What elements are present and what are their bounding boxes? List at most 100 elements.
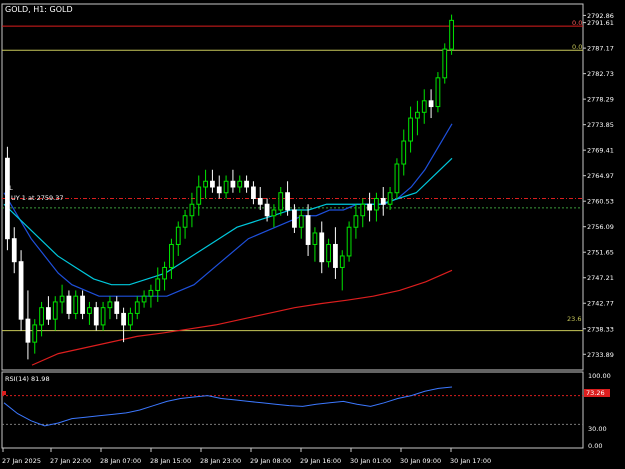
candle-body	[25, 318, 31, 343]
ma-mid-line	[3, 157, 453, 286]
rsi-current-badge: 73.26	[586, 389, 605, 397]
rsi-line	[3, 386, 453, 427]
candle-body	[66, 295, 72, 314]
price-tick-label: 2751.65	[587, 249, 614, 257]
candle-body	[244, 180, 249, 188]
time-tick-label: 29 Jan 16:00	[300, 457, 341, 465]
ma-fast-line	[3, 123, 453, 297]
candle-body	[148, 289, 154, 297]
candle-body	[196, 186, 202, 205]
candle-body	[223, 180, 229, 194]
candle-body	[107, 301, 113, 309]
price-tick-label: 2742.77	[587, 300, 614, 308]
candle-body	[339, 255, 345, 268]
price-tick-label: 2764.97	[587, 172, 614, 180]
candle-body	[449, 19, 454, 50]
candle-body	[59, 295, 65, 303]
candle-body	[100, 307, 106, 326]
candle-body	[162, 266, 167, 280]
price-tick-label: 2787.17	[587, 45, 614, 53]
rsi-left-marker	[2, 391, 6, 395]
candle-body	[401, 140, 407, 165]
candle-body	[387, 192, 393, 205]
candle-body	[333, 243, 338, 268]
candle-body	[360, 203, 366, 217]
time-tick-label: 28 Jan 07:00	[100, 457, 141, 465]
candle-body	[230, 180, 236, 188]
candle-body	[346, 226, 352, 257]
candle-body	[189, 203, 195, 217]
candle-body	[305, 215, 311, 245]
level-label-upper-2: 0.0	[572, 43, 582, 51]
sl-label: SL	[5, 184, 13, 192]
price-tick-label: 2773.85	[587, 121, 614, 129]
price-tick-label: 2782.73	[587, 70, 614, 78]
rsi-title: RSI(14) 81.98	[5, 375, 50, 383]
candle-body	[87, 307, 92, 314]
chart-title: GOLD, H1: GOLD	[5, 5, 73, 14]
price-tick-label: 2760.53	[587, 198, 614, 206]
candle-body	[278, 192, 284, 211]
candle-body	[141, 295, 147, 303]
price-tick-label: 2747.21	[587, 274, 614, 282]
candle-body	[175, 226, 181, 245]
candle-body	[39, 307, 44, 326]
candle-body	[52, 301, 58, 320]
time-tick-label: 27 Jan 22:00	[50, 457, 91, 465]
price-tick-label: 2756.09	[587, 223, 614, 231]
price-tick-label: 2769.41	[587, 147, 614, 155]
time-axis: 27 Jan 2025 27 Jan 22:00 28 Jan 07:00 28 Ja…	[2, 448, 491, 465]
candle-body	[292, 209, 297, 228]
candle-body	[80, 295, 85, 314]
candle-body	[169, 243, 174, 268]
price-tick-label: 2778.29	[587, 96, 614, 104]
candle-body	[32, 324, 38, 343]
candle-body	[134, 301, 140, 314]
candle-body	[326, 243, 331, 263]
candle-body	[128, 312, 133, 326]
candle-body	[367, 203, 372, 211]
candle-body	[394, 163, 400, 194]
candle-body	[182, 215, 188, 228]
rsi-level-100: 100.00	[588, 372, 611, 380]
moving-averages	[3, 123, 453, 366]
candle-body	[442, 48, 448, 79]
chart-canvas[interactable]: GOLD, H1: GOLD 2792.862791.612787.172782…	[0, 0, 625, 469]
candle-body	[73, 295, 79, 314]
time-tick-label: 30 Jan 17:00	[450, 457, 491, 465]
candle-body	[203, 180, 208, 188]
candle-body	[353, 215, 359, 228]
candle-body	[155, 278, 161, 291]
time-tick-label: 28 Jan 15:00	[150, 457, 191, 465]
candle-body	[312, 232, 318, 245]
time-tick-label: 28 Jan 23:00	[200, 457, 241, 465]
candle-body	[380, 197, 386, 205]
rsi-indicator	[2, 386, 583, 427]
candle-body	[114, 301, 120, 314]
price-axis: 2792.862791.612787.172782.732778.292773.…	[583, 12, 614, 359]
time-tick-label: 29 Jan 08:00	[250, 457, 291, 465]
price-tick-label: 2791.61	[587, 19, 614, 27]
candle-body	[93, 307, 99, 326]
candles	[5, 14, 454, 360]
level-label-lower: 23.6	[567, 315, 581, 323]
candle-body	[5, 157, 10, 240]
entry-label: UY 1 at 2759.37	[11, 194, 63, 202]
horizontal-levels	[2, 25, 583, 332]
time-tick-label: 30 Jan 09:00	[400, 457, 441, 465]
candle-body	[319, 232, 325, 263]
candle-body	[428, 100, 434, 108]
time-tick-label: 30 Jan 01:00	[350, 457, 391, 465]
candle-body	[210, 180, 215, 188]
candle-body	[298, 215, 304, 228]
level-label-upper-1: 0.0	[572, 19, 582, 27]
candle-body	[415, 111, 420, 119]
rsi-panel-frame	[1, 371, 584, 449]
rsi-level-0: 0.00	[588, 442, 602, 450]
candle-body	[374, 197, 379, 211]
time-tick-label: 27 Jan 2025	[2, 457, 41, 465]
candle-body	[285, 192, 290, 211]
candle-body	[216, 186, 222, 194]
candle-body	[121, 312, 126, 326]
candle-body	[18, 261, 24, 320]
